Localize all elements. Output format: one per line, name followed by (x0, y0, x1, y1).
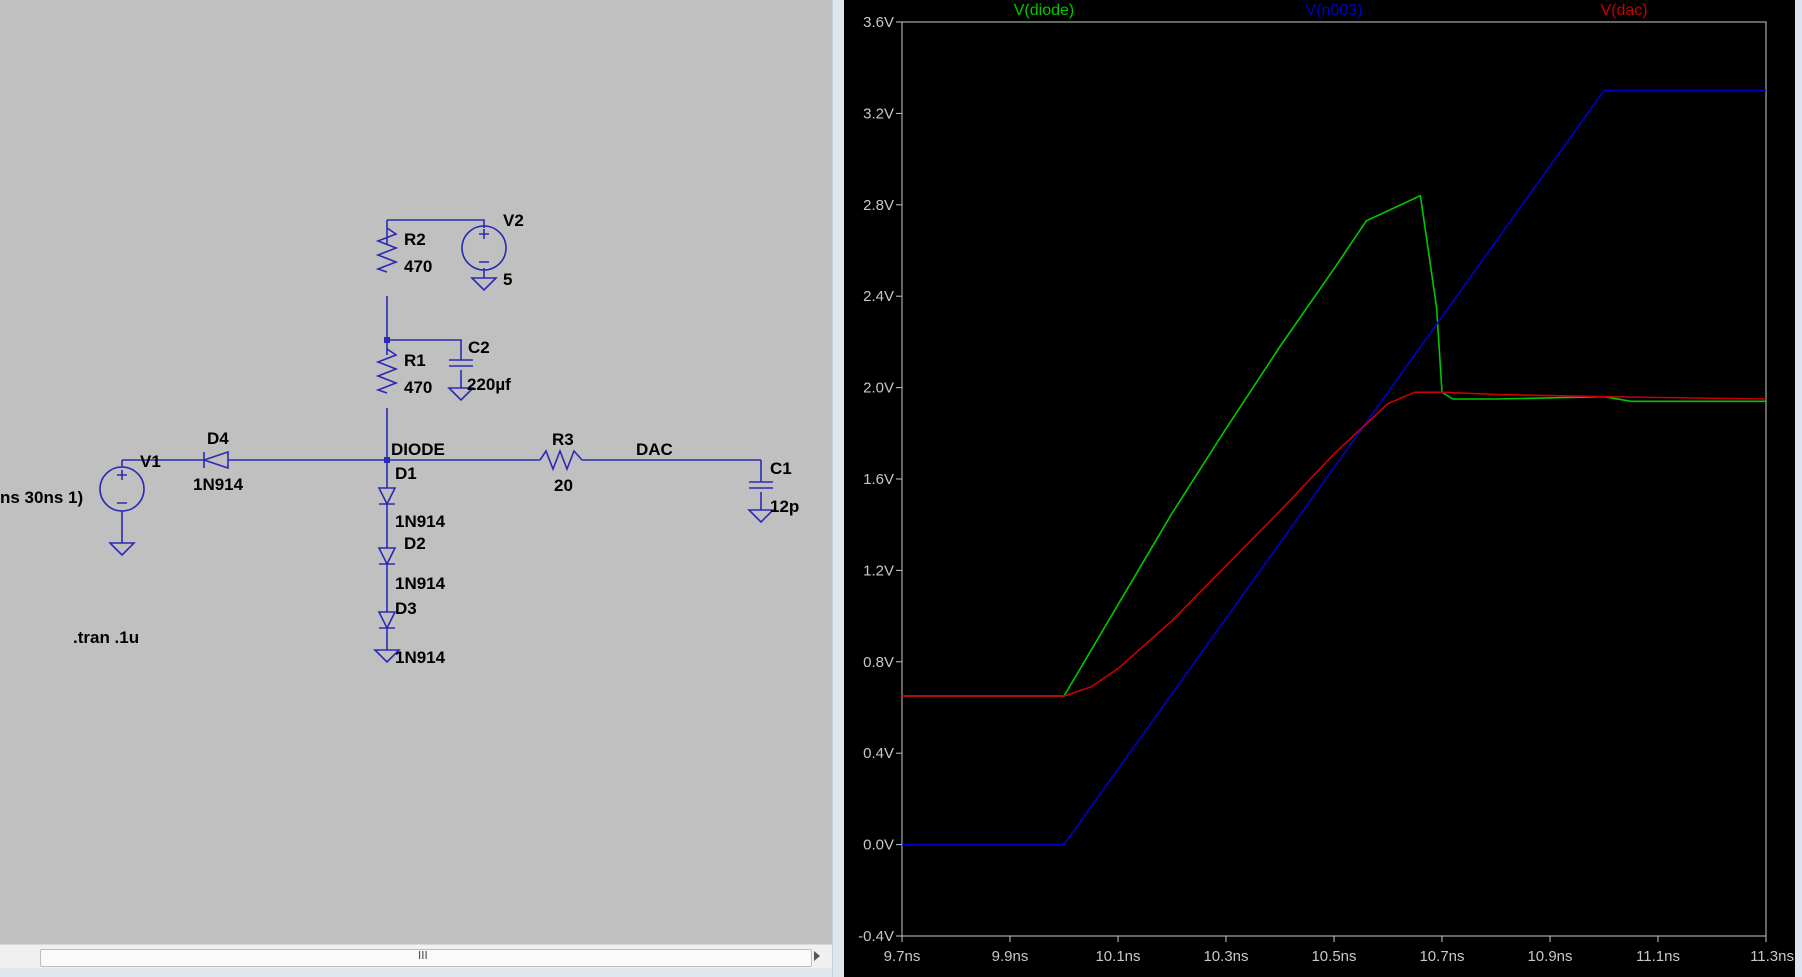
status-strip (0, 968, 832, 977)
waveform-plot[interactable]: 3.6V 3.2V 2.8V 2.4V 2.0V 1.6V 1.2V 0.8V 0.4V 0.0V… (844, 0, 1802, 977)
legend-entry[interactable]: V(n003) (1306, 2, 1363, 19)
label-r3-value: 20 (554, 476, 573, 495)
x-tick-label: 11.1ns (1636, 948, 1680, 965)
label-net-diode: DIODE (391, 440, 445, 459)
y-tick-label: 3.2V (863, 105, 894, 122)
label-d2-value: 1N914 (395, 574, 446, 593)
legend-entry[interactable]: V(dac) (1600, 2, 1647, 19)
y-tick-label: 2.4V (863, 288, 894, 305)
label-net-dac: DAC (636, 440, 673, 459)
diode-d3-symbol[interactable] (377, 611, 397, 630)
label-d1-name: D1 (395, 464, 417, 483)
label-v2-value: 5 (503, 270, 512, 289)
label-c1-name: C1 (770, 459, 792, 478)
junction-dot (384, 457, 390, 463)
label-r3-name: R3 (552, 430, 574, 449)
y-tick-label: 0.0V (863, 837, 894, 854)
x-tick-label: 10.7ns (1419, 948, 1464, 965)
window-border (1795, 0, 1802, 977)
label-d2-name: D2 (404, 534, 426, 553)
x-tick-label: 10.1ns (1095, 948, 1140, 965)
junction-dot (384, 337, 390, 343)
y-tick-label: 0.8V (863, 654, 894, 671)
voltage-source-v1-symbol[interactable] (99, 466, 145, 512)
schematic-canvas[interactable]: V1 ns 30ns 1) D4 1N914 DIODE D1 1N914 D2… (0, 0, 832, 944)
schematic-pane[interactable]: V1 ns 30ns 1) D4 1N914 DIODE D1 1N914 D2… (0, 0, 832, 977)
y-tick-label: 0.4V (863, 745, 894, 762)
label-c1-value: 12p (770, 497, 799, 516)
x-tick-label: 10.9ns (1527, 948, 1572, 965)
diode-d2-symbol[interactable] (377, 547, 397, 566)
legend-entry[interactable]: V(diode) (1014, 2, 1074, 19)
label-c2-name: C2 (468, 338, 490, 357)
y-tick-label: -0.4V (858, 928, 894, 945)
x-tick-label: 10.3ns (1203, 948, 1248, 965)
label-d3-value: 1N914 (395, 648, 446, 667)
scroll-right-arrow-icon[interactable] (814, 951, 820, 961)
trace-vdiode (902, 194, 1766, 697)
y-tick-label: 1.6V (863, 471, 894, 488)
label-d1-value: 1N914 (395, 512, 446, 531)
label-r2-name: R2 (404, 230, 426, 249)
y-tick-label: 2.0V (863, 380, 894, 397)
y-tick-label: 3.6V (863, 14, 894, 31)
waveform-pane[interactable]: 3.6V 3.2V 2.8V 2.4V 2.0V 1.6V 1.2V 0.8V 0.4V 0.0V… (844, 0, 1802, 977)
trace-vn003 (902, 89, 1766, 846)
label-v2-name: V2 (503, 211, 524, 230)
y-tick-label: 1.2V (863, 562, 894, 579)
y-tick-label: 2.8V (863, 197, 894, 214)
ground-icon (108, 542, 136, 557)
trace-vdac (902, 391, 1767, 697)
horizontal-scrollbar[interactable]: III (0, 944, 832, 969)
resistor-r1-symbol[interactable] (375, 348, 399, 394)
label-r1-value: 470 (404, 378, 432, 397)
capacitor-c1-symbol[interactable] (749, 481, 773, 489)
scrollbar-grip-icon: III (418, 949, 428, 962)
label-d4-value: 1N914 (193, 475, 244, 494)
x-tick-label: 9.7ns (884, 948, 921, 965)
label-r1-name: R1 (404, 351, 426, 370)
x-tick-label: 11.3ns (1750, 948, 1794, 965)
x-tick-label: 10.5ns (1311, 948, 1356, 965)
ground-icon (470, 277, 498, 292)
label-c2-value: 220µf (467, 375, 511, 394)
label-d3-name: D3 (395, 599, 417, 618)
spice-directive[interactable]: .tran .1u (73, 628, 139, 647)
label-d4-name: D4 (207, 429, 229, 448)
x-tick-label: 9.9ns (992, 948, 1029, 965)
plot-frame (901, 21, 1767, 937)
label-r2-value: 470 (404, 257, 432, 276)
capacitor-c2-symbol[interactable] (449, 359, 473, 367)
label-v1-name: V1 (140, 452, 161, 471)
diode-d4-symbol[interactable] (201, 450, 229, 470)
voltage-source-v2-symbol[interactable] (461, 225, 507, 271)
resistor-r3-symbol[interactable] (539, 448, 583, 472)
label-v1-source: ns 30ns 1) (0, 488, 83, 507)
diode-d1-symbol[interactable] (377, 487, 397, 506)
